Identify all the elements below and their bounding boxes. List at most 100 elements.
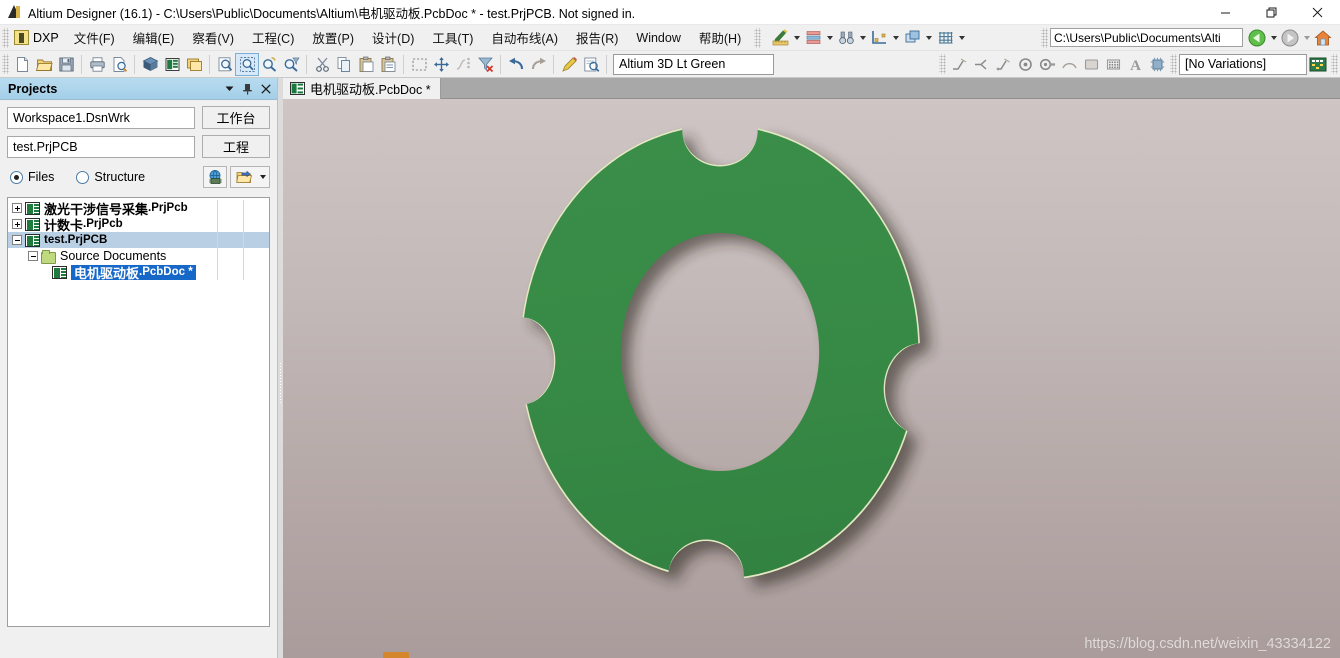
expander-minus-icon[interactable] [12,235,22,245]
cut-icon[interactable] [311,54,333,75]
toolbar-end-grip[interactable] [1331,54,1338,74]
layerstack-dropdown-arrow-icon[interactable] [824,29,835,47]
place-arc-icon[interactable] [1058,54,1080,75]
pcb-document-icon[interactable] [161,54,183,75]
pcb-3d-viewport[interactable]: https://blog.csdn.net/weixin_43334122 [283,99,1340,658]
view-config-dropdown[interactable]: Altium 3D Lt Green [613,53,774,75]
quicktools-grip[interactable] [754,27,762,48]
menu-autoroute[interactable]: 自动布线(A) [482,25,567,50]
project-tree[interactable]: 激光干涉信号采集.PrjPcb 计数卡.PrjPcb test.PrjPCB [7,197,270,627]
toolbar-grip[interactable] [2,54,9,74]
place-fill-icon[interactable] [1080,54,1102,75]
placement-toolbar-grip[interactable] [939,54,946,74]
menu-reports[interactable]: 报告(R) [567,25,627,50]
back-dropdown-arrow-icon[interactable] [1268,29,1279,47]
find-dropdown-arrow-icon[interactable] [857,29,868,47]
layers-arrange-icon[interactable] [901,27,923,48]
menubar-grip[interactable] [2,27,9,48]
open-folder-icon[interactable] [33,54,55,75]
zoom-in-icon[interactable] [258,54,280,75]
variant-table-icon[interactable] [1307,54,1329,75]
menu-place[interactable]: 放置(P) [303,25,363,50]
toolbar-separator [81,54,82,74]
panel-chevron-down-icon[interactable] [222,81,237,97]
copy-icon[interactable] [333,54,355,75]
cross-probe-icon[interactable] [452,54,474,75]
place-string-icon[interactable]: A [1124,54,1146,75]
expander-plus-icon[interactable] [12,203,22,213]
place-line-icon[interactable] [970,54,992,75]
back-arrow-icon[interactable] [1246,27,1268,48]
globe-chip-icon[interactable] [203,166,227,188]
workspace-dropdown[interactable]: Workspace1.DsnWrk [7,106,195,129]
paste-special-icon[interactable] [377,54,399,75]
measure-dimension-icon[interactable] [868,27,890,48]
minimize-button[interactable] [1202,0,1248,25]
undo-icon[interactable] [505,54,527,75]
print-icon[interactable] [86,54,108,75]
menu-tools[interactable]: 工具(T) [423,25,482,50]
ruler-pencil-icon[interactable] [769,27,791,48]
zoom-area-icon[interactable] [235,52,259,76]
expander-minus-icon[interactable] [28,251,38,261]
place-via-icon[interactable] [1014,54,1036,75]
forward-dropdown-arrow-icon[interactable] [1301,29,1312,47]
grid-icon[interactable] [934,27,956,48]
tree-item-motor-driver-doc[interactable]: 电机驱动板 .PcbDoc * [8,264,269,281]
place-interactive-route-icon[interactable] [992,54,1014,75]
arrange-dropdown-arrow-icon[interactable] [923,29,934,47]
zoom-filter-icon[interactable] [280,54,302,75]
new-document-icon[interactable] [11,54,33,75]
expander-plus-icon[interactable] [12,219,22,229]
highlight-wand-icon[interactable] [558,54,580,75]
ruler-dropdown-arrow-icon[interactable] [791,29,802,47]
forward-arrow-icon[interactable] [1279,27,1301,48]
menu-file[interactable]: 文件(F) [65,25,124,50]
restore-button[interactable] [1248,0,1294,25]
location-path-field[interactable]: C:\Users\Public\Documents\Alti [1050,28,1243,47]
tree-item-counter-card[interactable]: 计数卡 .PrjPcb [8,216,269,233]
navbar-grip[interactable] [1041,27,1048,48]
radio-files[interactable]: Files [10,170,54,184]
radio-structure[interactable]: Structure [76,170,145,184]
home-icon[interactable] [1312,27,1334,48]
place-polygon-icon[interactable] [1102,54,1124,75]
tab-motor-driver-pcbdoc[interactable]: 电机驱动板.PcbDoc * [283,78,441,99]
move-icon[interactable] [430,54,452,75]
workbench-button[interactable]: 工作台 [202,106,270,129]
menu-edit[interactable]: 编辑(E) [124,25,184,50]
print-preview-icon[interactable] [108,54,130,75]
layer-stack-icon[interactable] [802,27,824,48]
clear-filter-icon[interactable] [474,54,496,75]
board-3d-icon[interactable] [139,54,161,75]
place-component-icon[interactable] [1146,54,1168,75]
menu-window[interactable]: Window [627,28,689,48]
save-icon[interactable] [55,54,77,75]
project-field[interactable]: test.PrjPCB [7,135,195,158]
menu-view[interactable]: 察看(V) [183,25,243,50]
variations-grip[interactable] [1170,54,1177,74]
dxp-menu-button[interactable]: DXP [11,28,65,47]
variations-dropdown[interactable]: [No Variations] [1179,53,1307,75]
project-button[interactable]: 工程 [202,135,270,158]
redo-icon[interactable] [527,54,549,75]
grid-dropdown-arrow-icon[interactable] [956,29,967,47]
menu-help[interactable]: 帮助(H) [690,25,750,50]
place-pad-icon[interactable] [1036,54,1058,75]
dimension-dropdown-arrow-icon[interactable] [890,29,901,47]
select-area-icon[interactable] [408,54,430,75]
binoculars-find-icon[interactable] [835,27,857,48]
menu-project[interactable]: 工程(C) [243,25,303,50]
inspect-icon[interactable] [580,54,602,75]
tree-item-test-project[interactable]: test.PrjPCB [8,232,269,248]
close-button[interactable] [1294,0,1340,25]
panel-close-icon[interactable] [258,81,273,97]
panels-icon[interactable] [183,54,205,75]
paste-icon[interactable] [355,54,377,75]
open-project-dropdown-arrow-icon[interactable] [257,166,270,188]
place-track-icon[interactable] [948,54,970,75]
zoom-document-icon[interactable] [214,54,236,75]
menu-design[interactable]: 设计(D) [363,25,423,50]
panel-pin-icon[interactable] [240,81,255,97]
open-project-icon[interactable] [230,166,257,188]
